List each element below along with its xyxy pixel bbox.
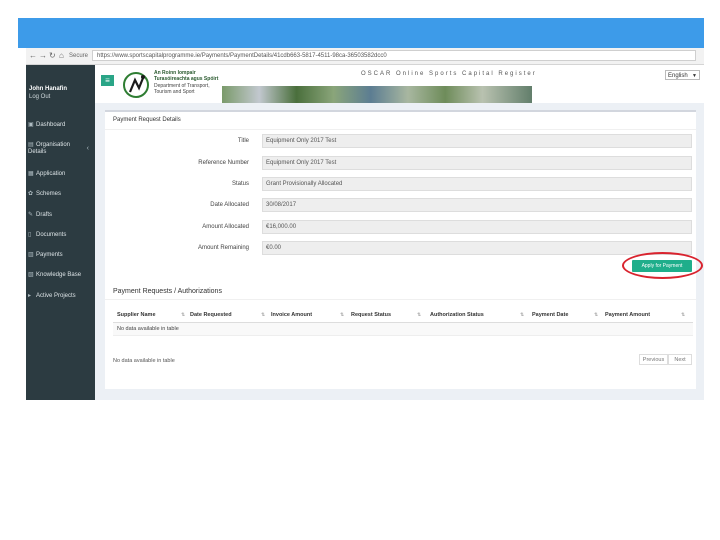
amount-remaining-field: €0.00 [262,241,692,255]
oscar-title: OSCAR Online Sports Capital Register [361,71,537,77]
drafts-icon: ✎ [28,212,34,218]
sidebar-item-label: Schemes [36,191,62,197]
sort-icon[interactable]: ⇅ [261,309,265,322]
sort-icon[interactable]: ⇅ [681,309,685,322]
sidebar-item-label: Application [36,171,66,177]
sort-icon[interactable]: ⇅ [417,309,421,322]
field-label: Amount Remaining [197,245,249,251]
panel-title: Payment Request Details [113,117,181,123]
next-button[interactable]: Next [668,354,692,365]
previous-button[interactable]: Previous [639,354,668,365]
caret-down-icon: ▼ [692,73,697,79]
column-header[interactable]: Request Status [351,309,391,322]
logo-text-english: Department of Transport, Tourism and Spo… [154,83,210,95]
column-header[interactable]: Authorization Status [430,309,484,322]
secure-label: Secure [69,53,89,59]
sort-icon[interactable]: ⇅ [181,309,185,322]
user-panel: John Hanafin Log Out [29,85,93,101]
field-label: Amount Allocated [202,224,249,230]
main-content: Payment Request Details Title Equipment … [95,103,704,400]
sidebar-item-label: Dashboard [36,122,66,128]
app-header: ≡ An Roinn Iompair Turasóireachta agus S… [95,65,704,103]
back-arrow-icon[interactable]: ← [29,50,37,62]
table-info: No data available in table [113,358,175,364]
user-name: John Hanafin [29,86,68,92]
sort-icon[interactable]: ⇅ [594,309,598,322]
payment-request-panel: Payment Request Details Title Equipment … [105,110,703,389]
field-label: Title [237,138,249,144]
application-icon: ▦ [28,171,34,177]
screenshot-frame: ← → ↻ ⌂ Secure https://www.sportscapital… [26,48,704,400]
sidebar: John Hanafin Log Out ▣ Dashboard ▤ Organ… [26,65,95,400]
column-header[interactable]: Payment Amount [605,309,650,322]
table-header: Supplier Name ⇅ Date Requested ⇅ Invoice… [113,309,693,324]
figure-logo-icon [123,72,149,98]
status-field: Grant Provisionally Allocated [262,177,692,191]
column-header[interactable]: Supplier Name [117,309,156,322]
reference-number-field: Equipment Only 2017 Test [262,156,692,170]
sidebar-item-label-line2: Details [28,149,47,155]
logo-text-irish: An Roinn Iompair Turasóireachta agus Spó… [154,70,219,82]
column-header[interactable]: Invoice Amount [271,309,312,322]
documents-icon: ▯ [28,232,32,238]
sidebar-item-label: Drafts [36,212,53,218]
knowledge-base-icon: ▧ [28,272,34,278]
menu-toggle-button[interactable]: ≡ [101,75,114,86]
title-field: Equipment Only 2017 Test [262,134,692,148]
highlight-circle [622,252,703,279]
column-header[interactable]: Date Requested [190,309,232,322]
field-label: Reference Number [198,160,249,166]
sidebar-item-label: Documents [36,232,67,238]
slide-header-bar [18,18,704,48]
department-logo: An Roinn Iompair Turasóireachta agus Spó… [122,68,222,102]
field-label: Date Allocated [210,202,249,208]
date-allocated-field: 30/08/2017 [262,198,692,212]
table-empty-row: No data available in table [113,323,693,336]
forward-arrow-icon[interactable]: → [39,50,47,62]
language-select[interactable]: English ▼ [665,70,700,80]
sidebar-item-label: Payments [36,252,63,258]
amount-allocated-field: €16,000.00 [262,220,692,234]
hamburger-icon: ≡ [105,76,110,85]
sidebar-item-organisation[interactable]: ▤ Organisation Details ‹ [26,141,95,157]
chevron-left-icon: ‹ [86,145,89,152]
browser-address-bar: ← → ↻ ⌂ Secure https://www.sportscapital… [26,48,704,65]
reload-icon[interactable]: ↻ [49,50,56,62]
field-label: Status [231,181,249,187]
sidebar-item-label: Active Projects [36,293,76,299]
payments-icon: ▥ [28,252,34,258]
header-photo-strip [222,86,532,103]
divider [105,129,696,130]
home-icon[interactable]: ⌂ [59,50,64,62]
active-projects-icon: ▸ [28,293,32,299]
schemes-icon: ✿ [28,191,34,197]
url-text: https://www.sportscapitalprogramme.ie/Pa… [97,53,387,59]
url-field[interactable]: https://www.sportscapitalprogramme.ie/Pa… [92,50,696,61]
dashboard-icon: ▣ [28,122,34,128]
divider [105,299,696,300]
requests-section-title: Payment Requests / Authorizations [113,288,222,295]
sidebar-item-label: Knowledge Base [36,272,82,278]
logout-link[interactable]: Log Out [29,93,93,101]
sort-icon[interactable]: ⇅ [520,309,524,322]
language-value: English [668,73,688,79]
sort-icon[interactable]: ⇅ [340,309,344,322]
column-header[interactable]: Payment Date [532,309,568,322]
